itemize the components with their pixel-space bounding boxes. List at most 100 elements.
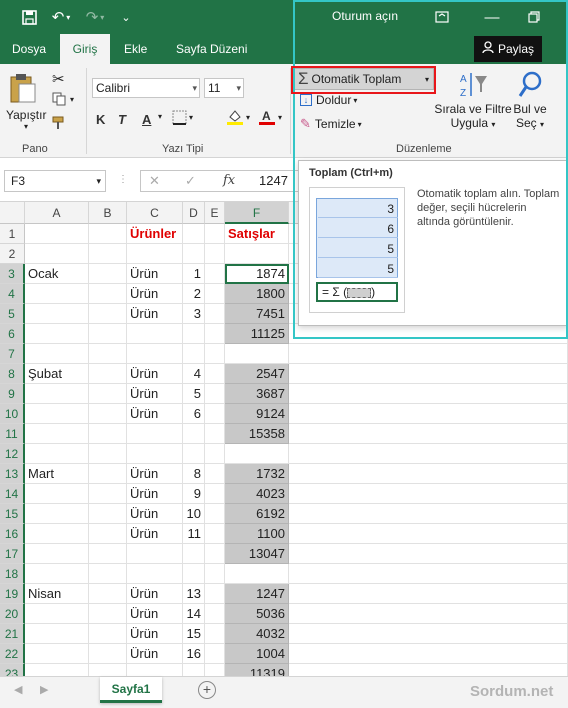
cell-b[interactable]: [89, 264, 127, 284]
cell-e[interactable]: [205, 524, 225, 544]
cell-a[interactable]: [25, 344, 89, 364]
cell-a[interactable]: [25, 604, 89, 624]
signin-link[interactable]: Oturum açın: [332, 9, 398, 23]
cell-a[interactable]: [25, 284, 89, 304]
cell-f[interactable]: Satışlar: [225, 224, 289, 244]
insert-function-icon[interactable]: fx: [223, 173, 235, 188]
row-header[interactable]: 3: [0, 264, 25, 284]
cell-d[interactable]: 1: [183, 264, 205, 284]
borders-icon[interactable]: ▾: [172, 110, 193, 125]
cell-e[interactable]: [205, 404, 225, 424]
row-header[interactable]: 1: [0, 224, 25, 244]
cell-g[interactable]: [289, 464, 568, 484]
undo-icon[interactable]: ↶ ▾: [48, 6, 74, 28]
fill-color-icon[interactable]: ▾: [226, 108, 250, 126]
cell-b[interactable]: [89, 484, 127, 504]
cell-c[interactable]: Ürün: [127, 404, 183, 424]
bold-button[interactable]: K: [96, 108, 105, 130]
cell-b[interactable]: [89, 564, 127, 584]
row-header[interactable]: 9: [0, 384, 25, 404]
redo-icon[interactable]: ↷ ▾: [82, 6, 108, 28]
font-color-icon[interactable]: A ▾: [258, 108, 282, 126]
cell-d[interactable]: [183, 224, 205, 244]
add-sheet-icon[interactable]: +: [198, 681, 216, 699]
name-box[interactable]: F3 ▾: [4, 170, 106, 192]
cell-a[interactable]: Nisan: [25, 584, 89, 604]
cell-f[interactable]: 1874: [225, 264, 289, 284]
cell-a[interactable]: [25, 384, 89, 404]
autosum-dropdown-icon[interactable]: ▾: [425, 75, 429, 84]
cell-f[interactable]: 1800: [225, 284, 289, 304]
cell-a[interactable]: [25, 444, 89, 464]
row-header[interactable]: 20: [0, 604, 25, 624]
row-header[interactable]: 18: [0, 564, 25, 584]
customize-qat-icon[interactable]: ⌄: [118, 6, 134, 28]
cell-d[interactable]: 10: [183, 504, 205, 524]
row-header[interactable]: 21: [0, 624, 25, 644]
row-header[interactable]: 10: [0, 404, 25, 424]
tab-file[interactable]: Dosya: [6, 34, 52, 64]
cell-e[interactable]: [205, 344, 225, 364]
cell-c[interactable]: [127, 324, 183, 344]
font-size-combo[interactable]: 11 ▾: [204, 78, 244, 98]
cell-d[interactable]: [183, 344, 205, 364]
cell-d[interactable]: 3: [183, 304, 205, 324]
cell-e[interactable]: [205, 424, 225, 444]
cell-e[interactable]: [205, 644, 225, 664]
paste-button[interactable]: Yapıştır ▾: [6, 72, 48, 132]
cell-b[interactable]: [89, 404, 127, 424]
cell-d[interactable]: [183, 324, 205, 344]
fill-button[interactable]: ↓ Doldur ▾: [300, 93, 357, 107]
row-header[interactable]: 7: [0, 344, 25, 364]
tab-page-layout[interactable]: Sayfa Düzeni: [170, 34, 253, 64]
cell-e[interactable]: [205, 364, 225, 384]
font-name-combo[interactable]: Calibri ▾: [92, 78, 200, 98]
format-painter-icon[interactable]: [52, 116, 68, 130]
cell-g[interactable]: [289, 504, 568, 524]
minimize-icon[interactable]: —: [482, 6, 502, 28]
cell-a[interactable]: Ocak: [25, 264, 89, 284]
cell-f[interactable]: [225, 444, 289, 464]
scroll-right-icon[interactable]: ▶: [40, 683, 48, 696]
cell-a[interactable]: Mart: [25, 464, 89, 484]
cell-e[interactable]: [205, 484, 225, 504]
cell-e[interactable]: [205, 244, 225, 264]
cell-c[interactable]: [127, 424, 183, 444]
row-header[interactable]: 8: [0, 364, 25, 384]
cell-c[interactable]: Ürün: [127, 604, 183, 624]
autosum-button[interactable]: Σ Otomatik Toplam ▾: [294, 68, 434, 90]
cell-e[interactable]: [205, 564, 225, 584]
cell-b[interactable]: [89, 464, 127, 484]
cell-f[interactable]: 5036: [225, 604, 289, 624]
cell-c[interactable]: Ürün: [127, 384, 183, 404]
cell-c[interactable]: Ürün: [127, 304, 183, 324]
cell-a[interactable]: [25, 544, 89, 564]
cell-e[interactable]: [205, 384, 225, 404]
cell-f[interactable]: 2547: [225, 364, 289, 384]
cell-b[interactable]: [89, 304, 127, 324]
cell-e[interactable]: [205, 624, 225, 644]
cell-d[interactable]: [183, 544, 205, 564]
copy-icon[interactable]: ▾: [52, 92, 74, 106]
cell-a[interactable]: [25, 624, 89, 644]
cell-d[interactable]: [183, 424, 205, 444]
cell-b[interactable]: [89, 584, 127, 604]
cell-f[interactable]: 1247: [225, 584, 289, 604]
cell-b[interactable]: [89, 604, 127, 624]
cell-b[interactable]: [89, 344, 127, 364]
sort-filter-button[interactable]: AZ Sırala ve Filtre Uygula ▾: [432, 70, 514, 130]
row-header[interactable]: 14: [0, 484, 25, 504]
cell-e[interactable]: [205, 284, 225, 304]
cell-f[interactable]: 13047: [225, 544, 289, 564]
underline-dropdown-icon[interactable]: ▾: [158, 112, 162, 121]
cell-f[interactable]: 4023: [225, 484, 289, 504]
cell-e[interactable]: [205, 584, 225, 604]
cell-e[interactable]: [205, 664, 225, 676]
cell-c[interactable]: [127, 664, 183, 676]
cell-d[interactable]: 15: [183, 624, 205, 644]
column-header-d[interactable]: D: [183, 202, 205, 224]
cell-c[interactable]: [127, 344, 183, 364]
cell-c[interactable]: Ürün: [127, 284, 183, 304]
cell-f[interactable]: [225, 344, 289, 364]
cell-c[interactable]: Ürün: [127, 484, 183, 504]
